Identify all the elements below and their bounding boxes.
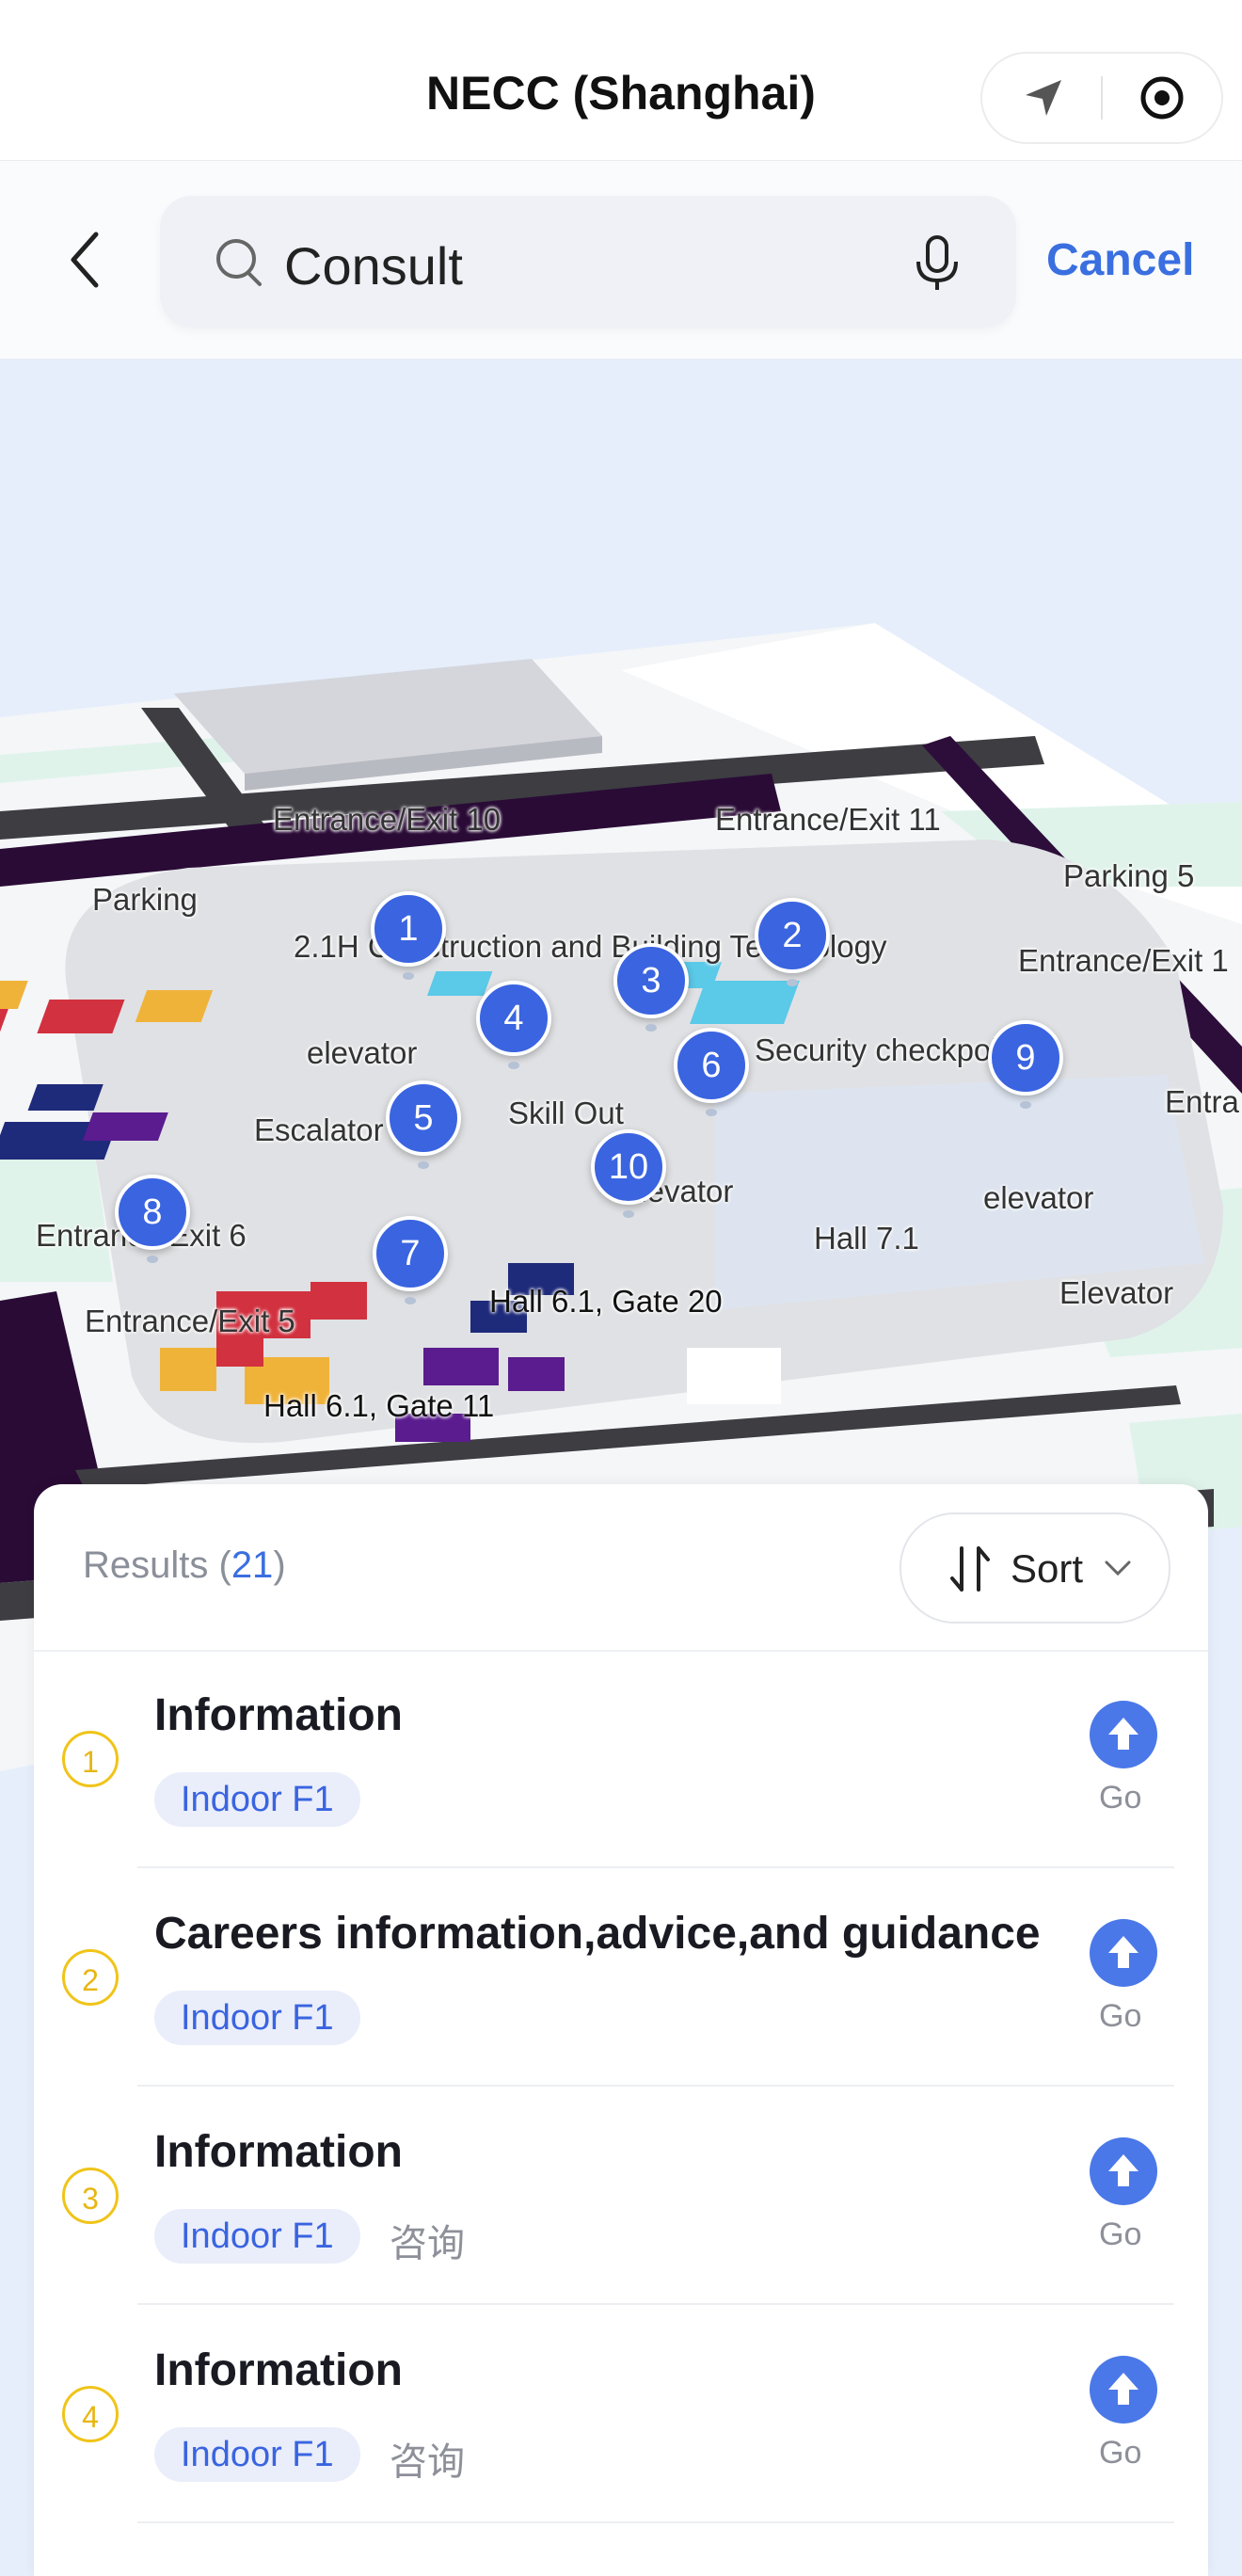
result-name[interactable]: Careers information,advice,and guidance (154, 1908, 1041, 1960)
map-label: Entra (1165, 1084, 1239, 1119)
floor-tag: Indoor F1 (154, 2427, 360, 2482)
map-label: Elevator (1059, 1275, 1174, 1310)
go-arrow-icon (1108, 2373, 1138, 2405)
map-pin-5[interactable]: 5 (386, 1080, 461, 1169)
map-label: Hall 6.1, Gate 11 (263, 1388, 495, 1423)
go-arrow-icon (1108, 1718, 1138, 1750)
map-pin-10[interactable]: 10 (591, 1129, 666, 1218)
go-label[interactable]: Go (1099, 2216, 1141, 2253)
map-pin-3[interactable]: 3 (613, 943, 689, 1032)
search-icon (216, 239, 262, 286)
close-target-icon[interactable] (1138, 74, 1186, 121)
floor-tag: Indoor F1 (154, 1991, 360, 2045)
go-label[interactable]: Go (1099, 1998, 1141, 2035)
map-label: Escalator (254, 1112, 384, 1147)
go-arrow-icon (1108, 1936, 1138, 1968)
mini-program-capsule (980, 52, 1223, 144)
cancel-button[interactable]: Cancel (1046, 234, 1194, 286)
results-count: 21 (231, 1544, 274, 1586)
go-button[interactable] (1090, 1919, 1157, 1987)
search-input-box[interactable]: Consult (160, 196, 1016, 328)
go-arrow-icon (1108, 2154, 1138, 2186)
rank-badge: 4 (62, 2386, 119, 2442)
rank-badge: 3 (62, 2168, 119, 2224)
map-label: elevator (307, 1035, 418, 1070)
results-header: Results (21) Sort (34, 1484, 1208, 1652)
map-pin-4[interactable]: 4 (476, 981, 551, 1069)
go-label[interactable]: Go (1099, 1780, 1141, 1816)
go-button[interactable] (1090, 2137, 1157, 2205)
capsule-divider (1101, 76, 1103, 120)
map-label: Hall 6.1, Gate 20 (489, 1284, 723, 1319)
map-pin-2[interactable]: 2 (755, 898, 830, 986)
rank-badge: 2 (62, 1949, 119, 2006)
map-label: Hall 7.1 (814, 1221, 919, 1256)
map-label: Parking 5 (1063, 858, 1195, 893)
results-panel: Results (21) Sort 1 Information Indoor F… (34, 1484, 1208, 2576)
go-button[interactable] (1090, 1701, 1157, 1768)
chinese-subtitle: 咨询 (390, 2223, 465, 2264)
sort-arrows-icon (950, 1546, 990, 1592)
map-pin-6[interactable]: 6 (674, 1028, 749, 1116)
divider (137, 2521, 1174, 2523)
map-label: Entrance/Exit 1 (1018, 943, 1229, 978)
map-pin-1[interactable]: 1 (371, 891, 446, 980)
result-item[interactable]: 3 Information Indoor F1 咨询 Go (34, 2087, 1208, 2305)
back-chevron-icon[interactable] (62, 227, 109, 293)
result-item[interactable]: 4 Information Indoor F1 咨询 Go (34, 2305, 1208, 2523)
chevron-down-icon (1105, 1560, 1131, 1576)
title-bar: NECC (Shanghai) (0, 0, 1242, 161)
map-pin-8[interactable]: 8 (115, 1175, 190, 1263)
chinese-subtitle: 咨询 (390, 2441, 465, 2483)
results-label-close: ) (273, 1544, 286, 1586)
result-item[interactable]: 1 Information Indoor F1 Go (34, 1650, 1208, 1868)
map-label: Skill Out (508, 1096, 624, 1130)
result-name[interactable]: Information (154, 2344, 403, 2396)
go-label[interactable]: Go (1099, 2435, 1141, 2472)
map-label: Entrance/Exit 11 (715, 802, 941, 837)
result-item[interactable]: 2 Careers information,advice,and guidanc… (34, 1868, 1208, 2087)
map-label: Parking (92, 882, 198, 917)
map-label: elevator (983, 1180, 1094, 1215)
results-label: Results ( (83, 1544, 231, 1586)
search-bar-row: Consult Cancel (0, 161, 1242, 360)
floor-tag: Indoor F1 (154, 1772, 360, 1827)
sort-button[interactable]: Sort (900, 1512, 1170, 1624)
map-label: Security checkpoint (755, 1032, 1025, 1067)
floor-tag: Indoor F1 (154, 2209, 360, 2264)
search-input[interactable]: Consult (284, 235, 463, 296)
map-pin-9[interactable]: 9 (988, 1020, 1063, 1109)
result-name[interactable]: Information (154, 1689, 403, 1741)
map-label: Entrance/Exit 10 (273, 802, 502, 837)
map-label: Entrance/Exit 5 (85, 1304, 295, 1338)
rank-badge: 1 (62, 1731, 119, 1787)
map-pin-7[interactable]: 7 (373, 1216, 448, 1304)
result-name[interactable]: Information (154, 2126, 403, 2178)
microphone-icon[interactable] (909, 233, 965, 294)
navigation-arrow-icon[interactable] (1020, 74, 1067, 121)
results-count-label: Results (21) (83, 1544, 286, 1587)
sort-label: Sort (1011, 1546, 1084, 1591)
go-button[interactable] (1090, 2356, 1157, 2424)
